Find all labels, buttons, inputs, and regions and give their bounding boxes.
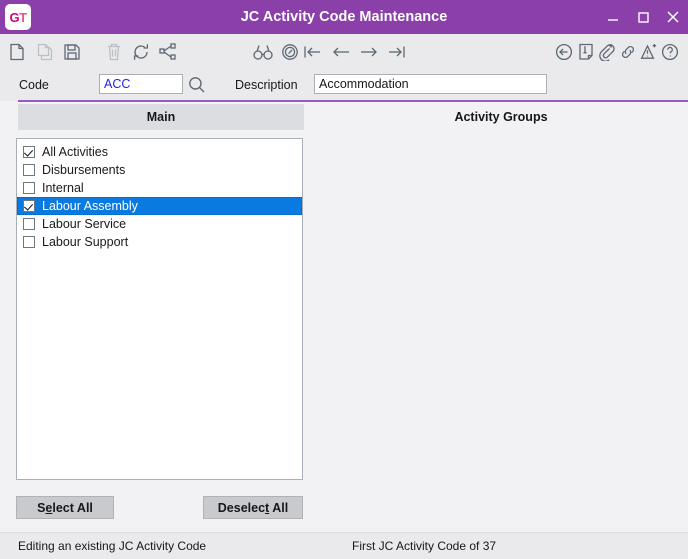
link-icon[interactable]: [618, 42, 638, 62]
tab-activity-groups[interactable]: Activity Groups: [314, 104, 688, 130]
workflow-icon[interactable]: [158, 42, 178, 62]
list-item-label: Internal: [42, 181, 84, 195]
list-item-label: All Activities: [42, 145, 108, 159]
back-icon[interactable]: [554, 42, 574, 62]
checkbox-checked-icon[interactable]: [23, 200, 35, 212]
logo-letter-t: T: [19, 9, 27, 25]
notes-icon[interactable]: [576, 42, 596, 62]
code-input[interactable]: ACC: [99, 74, 183, 94]
list-item[interactable]: Labour Service: [17, 215, 302, 233]
field-row: Code ACC Description Accommodation: [0, 68, 688, 101]
tab-main[interactable]: Main: [18, 104, 304, 130]
close-button[interactable]: [658, 0, 688, 34]
list-item[interactable]: Labour Support: [17, 233, 302, 251]
list-item[interactable]: Internal: [17, 179, 302, 197]
list-item-selected[interactable]: Labour Assembly: [17, 197, 302, 215]
list-item-label: Disbursements: [42, 163, 126, 177]
toolbar: [0, 34, 688, 68]
list-item[interactable]: All Activities: [17, 143, 302, 161]
refresh-icon[interactable]: [131, 42, 151, 62]
logo-letter-g: G: [9, 9, 20, 25]
app-logo: GT: [5, 4, 31, 30]
checkbox-unchecked-icon[interactable]: [23, 236, 35, 248]
checkbox-unchecked-icon[interactable]: [23, 218, 35, 230]
record-position: First JC Activity Code of 37: [352, 539, 497, 553]
code-label: Code: [19, 78, 49, 92]
maximize-button[interactable]: [628, 0, 658, 34]
title-bar: GT JC Activity Code Maintenance: [0, 0, 688, 34]
list-item-label: Labour Service: [42, 217, 127, 231]
select-all-button[interactable]: Select All: [16, 496, 114, 519]
attachment-icon[interactable]: [597, 42, 617, 62]
select-all-label: Select All: [37, 500, 93, 515]
deselect-all-label: Deselect All: [217, 500, 289, 515]
locate-icon[interactable]: [280, 42, 300, 62]
next-icon[interactable]: [359, 42, 379, 62]
last-icon[interactable]: [386, 42, 406, 62]
alert-icon[interactable]: [639, 42, 659, 62]
copy-icon: [35, 42, 55, 62]
checkbox-unchecked-icon[interactable]: [23, 182, 35, 194]
help-icon[interactable]: [660, 42, 680, 62]
main-panel: All Activities Disbursements Internal La…: [0, 130, 688, 532]
tab-strip: Main Activity Groups: [0, 104, 688, 130]
previous-icon[interactable]: [331, 42, 351, 62]
activity-list[interactable]: All Activities Disbursements Internal La…: [16, 138, 303, 480]
description-input[interactable]: Accommodation: [314, 74, 547, 94]
window-controls: [598, 0, 688, 34]
new-icon[interactable]: [7, 42, 27, 62]
save-icon[interactable]: [62, 42, 82, 62]
window-title: JC Activity Code Maintenance: [240, 9, 448, 25]
status-bar: Editing an existing JC Activity Code Fir…: [0, 532, 688, 559]
checkbox-checked-icon[interactable]: [23, 146, 35, 158]
minimize-button[interactable]: [598, 0, 628, 34]
description-label: Description: [235, 78, 298, 92]
accent-divider: [18, 100, 688, 102]
list-item-label: Labour Support: [42, 235, 129, 249]
list-item-label: Labour Assembly: [42, 199, 138, 213]
deselect-all-button[interactable]: Deselect All: [203, 496, 303, 519]
search-icon[interactable]: [188, 76, 206, 94]
list-item[interactable]: Disbursements: [17, 161, 302, 179]
delete-icon: [104, 42, 124, 62]
status-message: Editing an existing JC Activity Code: [18, 539, 207, 553]
checkbox-unchecked-icon[interactable]: [23, 164, 35, 176]
find-icon[interactable]: [253, 42, 273, 62]
first-icon[interactable]: [303, 42, 323, 62]
